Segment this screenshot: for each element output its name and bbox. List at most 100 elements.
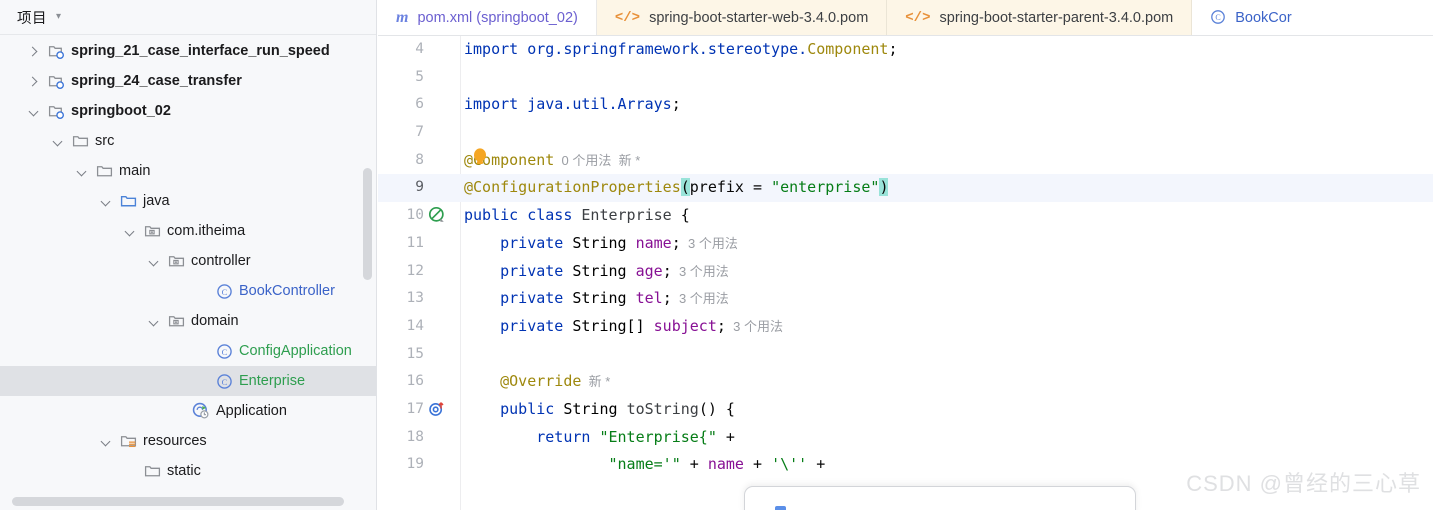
tree-item-com-itheima[interactable]: com.itheima (0, 216, 376, 246)
project-tool-window-header[interactable]: 项目 ▾ (0, 0, 376, 35)
code-line[interactable]: 4 import org.springframework.stereotype.C… (378, 36, 1433, 64)
svg-text:C: C (222, 287, 228, 297)
code-token: + (743, 455, 772, 474)
chevron-down-icon[interactable] (52, 135, 65, 148)
code-line[interactable]: 13 private String tel; 3 个用法 (378, 285, 1433, 313)
code-line[interactable]: 7 (378, 119, 1433, 147)
chevron-down-icon[interactable] (28, 105, 41, 118)
project-tree[interactable]: spring_21_case_interface_run_speedspring… (0, 36, 376, 510)
code-token: prefix (689, 178, 753, 197)
code-line[interactable]: 12 private String age; 3 个用法 (378, 258, 1433, 286)
code-text: private String[] subject; 3 个用法 (464, 313, 783, 341)
code-token: java.util.Arrays (527, 95, 672, 114)
tree-item-java[interactable]: java (0, 186, 376, 216)
chevron-right-icon[interactable] (28, 75, 41, 88)
editor-tab-bookcor[interactable]: C BookCor (1192, 0, 1310, 35)
code-token: + (680, 455, 708, 474)
code-token: 3 个用法 (671, 263, 729, 279)
code-token: + (807, 455, 826, 474)
tree-item-resources[interactable]: resources (0, 426, 376, 456)
tree-item-label: com.itheima (167, 222, 246, 239)
tree-item-springboot-02[interactable]: springboot_02 (0, 96, 376, 126)
popup-indicator-icon (775, 506, 786, 510)
code-editor[interactable]: 4 import org.springframework.stereotype.C… (378, 36, 1433, 510)
editor-tab-bar[interactable]: m pom.xml (springboot_02) </> spring-boot-s… (378, 0, 1433, 36)
code-token: { (671, 206, 690, 225)
code-line[interactable]: 8 @Component 0 个用法 新 * (378, 147, 1433, 175)
code-text: private String age; 3 个用法 (464, 258, 729, 286)
module-folder-icon (48, 73, 65, 90)
overrides-method-icon[interactable] (428, 400, 448, 420)
code-line[interactable]: 10 public class Enterprise { (378, 202, 1433, 230)
code-lines[interactable]: 4 import org.springframework.stereotype.C… (378, 36, 1433, 479)
code-token: tel (635, 289, 663, 308)
line-number: 13 (406, 290, 424, 307)
chevron-down-icon[interactable] (100, 435, 113, 448)
package-icon (168, 253, 185, 270)
chevron-down-icon[interactable] (148, 255, 161, 268)
tree-no-twisty (124, 465, 137, 478)
code-token: 3 个用法 (671, 291, 729, 307)
code-token: '\'' (771, 455, 808, 474)
line-number: 14 (406, 317, 424, 334)
tree-item-label: spring_24_case_transfer (71, 72, 242, 89)
tree-item-controller[interactable]: controller (0, 246, 376, 276)
code-token: String (572, 289, 636, 308)
code-token: 3 个用法 (725, 318, 783, 334)
tree-item-enterprise[interactable]: C Enterprise (0, 366, 376, 396)
svg-text:C: C (222, 347, 228, 357)
java-class-icon: C (216, 343, 233, 360)
tree-item-configapplication[interactable]: C ConfigApplication (0, 336, 376, 366)
completion-popup[interactable] (744, 486, 1136, 510)
tree-item-application[interactable]: Application (0, 396, 376, 426)
chevron-down-icon[interactable] (100, 195, 113, 208)
code-line[interactable]: 15 (378, 341, 1433, 369)
chevron-down-icon[interactable]: ▾ (56, 12, 61, 22)
tree-item-spring-24-case-transfer[interactable]: spring_24_case_transfer (0, 66, 376, 96)
chevron-down-icon[interactable] (124, 225, 137, 238)
tree-item-src[interactable]: src (0, 126, 376, 156)
code-line[interactable]: 9 @ConfigurationProperties(prefix = "ente… (378, 174, 1433, 203)
resources-folder-icon (120, 433, 137, 450)
code-line[interactable]: 16 @Override 新 * (378, 368, 1433, 396)
tree-item-label: main (119, 162, 151, 179)
code-token: + (716, 427, 735, 446)
tree-item-bookcontroller[interactable]: C BookController (0, 276, 376, 306)
editor-tab-label: spring-boot-starter-web-3.4.0.pom (649, 9, 869, 26)
tree-item-label: resources (143, 432, 207, 449)
editor-tab-spring-boot-starter-web-3-4-0-pom[interactable]: </> spring-boot-starter-web-3.4.0.pom (596, 0, 888, 35)
line-number: 7 (415, 124, 424, 141)
tree-item-static[interactable]: static (0, 456, 376, 486)
code-token: toString (626, 399, 699, 418)
chevron-down-icon[interactable] (76, 165, 89, 178)
suppress-inspection-icon[interactable] (428, 206, 448, 226)
watermark: CSDN @曾经的三心草 (1186, 471, 1421, 496)
tree-item-domain[interactable]: domain (0, 306, 376, 336)
chevron-down-icon[interactable] (148, 315, 161, 328)
code-line[interactable]: 6 import java.util.Arrays; (378, 91, 1433, 119)
tree-item-label: domain (191, 312, 239, 329)
code-token: 3 个用法 (680, 235, 738, 251)
sidebar-vertical-scrollbar[interactable] (363, 168, 372, 280)
tree-item-label: BookController (239, 282, 335, 299)
line-number: 15 (406, 345, 424, 362)
tree-item-label: ConfigApplication (239, 342, 352, 359)
line-number: 5 (415, 68, 424, 85)
code-line[interactable]: 14 private String[] subject; 3 个用法 (378, 313, 1433, 341)
code-line[interactable]: 5 (378, 64, 1433, 92)
folder-icon (96, 163, 113, 180)
code-line[interactable]: 17 public String toString() { (378, 396, 1433, 424)
code-token: ; (671, 95, 681, 114)
tree-item-spring-21-case-interface-run-speed[interactable]: spring_21_case_interface_run_speed (0, 36, 376, 66)
code-line[interactable]: 18 return "Enterprise{" + (378, 424, 1433, 452)
code-token: ; (662, 289, 672, 308)
tree-item-main[interactable]: main (0, 156, 376, 186)
sidebar-horizontal-scrollbar[interactable] (12, 497, 344, 506)
editor-tab-spring-boot-starter-parent-3-4-0-pom[interactable]: </> spring-boot-starter-parent-3.4.0.pom (887, 0, 1193, 35)
editor-tab-pom-xml-springboot-02-[interactable]: m pom.xml (springboot_02) (378, 0, 597, 35)
line-number: 4 (415, 41, 424, 57)
tree-item-label: springboot_02 (71, 102, 171, 119)
chevron-right-icon[interactable] (28, 45, 41, 58)
intention-bulb-icon[interactable] (470, 146, 490, 172)
code-line[interactable]: 11 private String name; 3 个用法 (378, 230, 1433, 258)
